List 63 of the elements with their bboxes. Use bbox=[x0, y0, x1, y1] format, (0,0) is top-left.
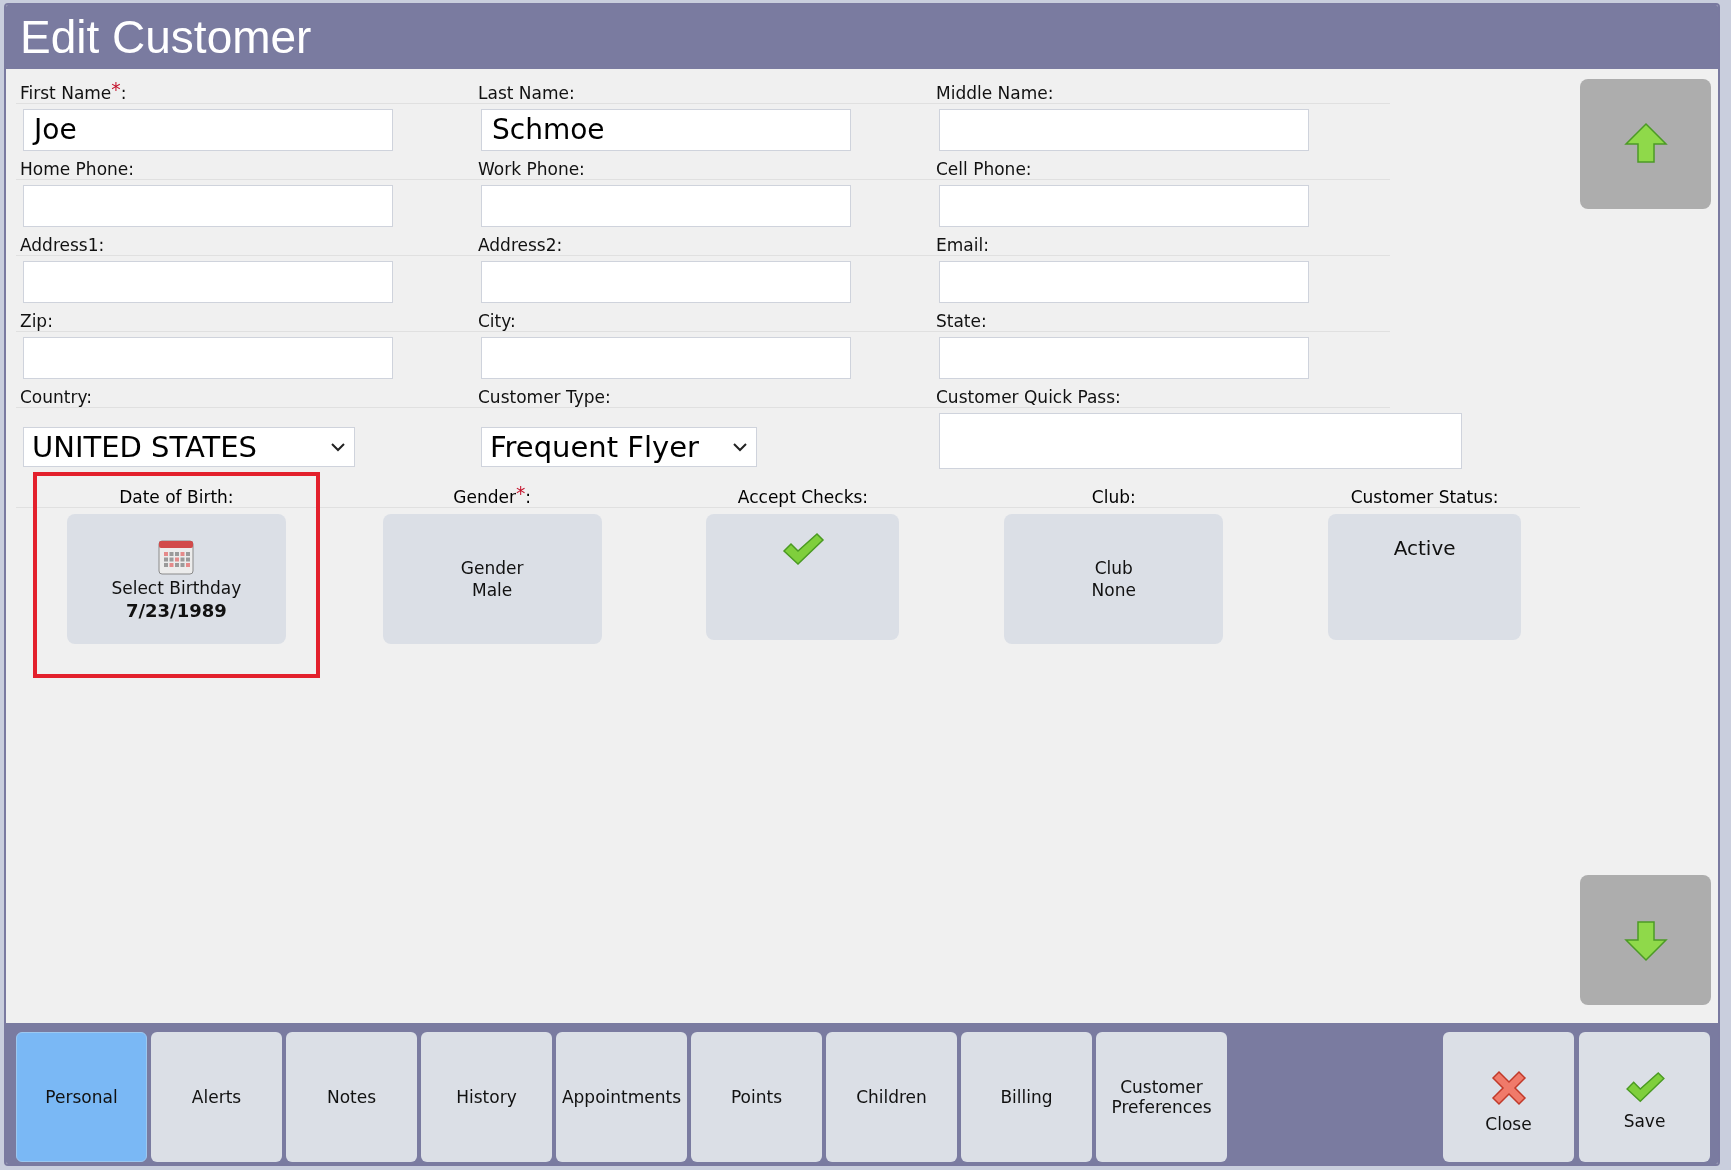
field-label: Work Phone: bbox=[478, 159, 585, 179]
text-field[interactable] bbox=[23, 185, 393, 227]
text-field[interactable] bbox=[481, 185, 851, 227]
checkmark-icon bbox=[781, 532, 825, 568]
text-field[interactable]: Schmoe bbox=[481, 109, 851, 151]
field-label: State: bbox=[936, 311, 987, 331]
button-label: Select Birthday bbox=[111, 577, 242, 598]
close-button[interactable]: Close bbox=[1443, 1032, 1574, 1162]
dropdown-value: UNITED STATES bbox=[32, 430, 257, 464]
field-label: City: bbox=[478, 311, 516, 331]
tab[interactable]: Children bbox=[826, 1032, 957, 1162]
field-label: Zip: bbox=[20, 311, 53, 331]
dropdown[interactable]: UNITED STATES bbox=[23, 427, 355, 467]
tile-label: Club: bbox=[1091, 487, 1136, 507]
tab[interactable]: History bbox=[421, 1032, 552, 1162]
birth-date: 7/23/1989 bbox=[125, 599, 227, 621]
calendar-icon bbox=[157, 537, 196, 576]
field-label: Address2: bbox=[478, 235, 563, 255]
field-label: Middle Name: bbox=[936, 83, 1054, 103]
checkbox-button[interactable] bbox=[706, 514, 900, 640]
field-label: Email: bbox=[936, 235, 989, 255]
chevron-down-icon bbox=[732, 442, 748, 452]
text-field[interactable] bbox=[23, 337, 393, 379]
tab[interactable]: Alerts bbox=[151, 1032, 282, 1162]
field-label: Country: bbox=[20, 387, 93, 407]
tab[interactable]: Points bbox=[691, 1032, 822, 1162]
field-label: Home Phone: bbox=[20, 159, 134, 179]
text-field[interactable] bbox=[23, 261, 393, 303]
text-field[interactable] bbox=[939, 109, 1309, 151]
tile-label: Accept Checks: bbox=[737, 487, 869, 507]
option-button[interactable]: Gender Male bbox=[382, 514, 602, 644]
birthday-button[interactable]: Select Birthday 7/23/1989 bbox=[66, 514, 286, 644]
text-field[interactable] bbox=[939, 337, 1309, 379]
text-field[interactable] bbox=[481, 261, 851, 303]
dropdown[interactable]: Frequent Flyer bbox=[481, 427, 757, 467]
tab[interactable]: Billing bbox=[961, 1032, 1092, 1162]
dropdown-value: Frequent Flyer bbox=[490, 430, 699, 464]
chevron-down-icon bbox=[330, 442, 346, 452]
tab[interactable]: Customer Preferences bbox=[1096, 1032, 1227, 1162]
tile-label: Customer Status: bbox=[1350, 487, 1499, 507]
save-button[interactable]: Save bbox=[1579, 1032, 1710, 1162]
field-label: Customer Type: bbox=[478, 387, 611, 407]
option-button[interactable]: Club None bbox=[1004, 514, 1224, 644]
field-label: Address1: bbox=[20, 235, 105, 255]
status-button[interactable]: Active bbox=[1328, 514, 1522, 640]
text-field[interactable] bbox=[481, 337, 851, 379]
tab[interactable]: Notes bbox=[286, 1032, 417, 1162]
arrow-up-icon bbox=[1623, 122, 1668, 166]
text-field[interactable] bbox=[939, 413, 1462, 469]
scroll-down-button[interactable] bbox=[1580, 875, 1711, 1005]
text-field[interactable] bbox=[939, 185, 1309, 227]
tile-label: Date of Birth: bbox=[119, 487, 234, 507]
scroll-up-button[interactable] bbox=[1580, 79, 1711, 209]
field-label: Cell Phone: bbox=[936, 159, 1032, 179]
window-title: Edit Customer bbox=[20, 10, 312, 64]
checkmark-icon bbox=[1623, 1070, 1666, 1105]
arrow-down-icon bbox=[1623, 918, 1668, 962]
text-field[interactable] bbox=[939, 261, 1309, 303]
field-label: Last Name: bbox=[478, 83, 575, 103]
field-label: Customer Quick Pass: bbox=[936, 387, 1121, 407]
tab[interactable]: Personal bbox=[16, 1032, 147, 1162]
tab[interactable]: Appointments bbox=[556, 1032, 687, 1162]
text-field[interactable]: Joe bbox=[23, 109, 393, 151]
